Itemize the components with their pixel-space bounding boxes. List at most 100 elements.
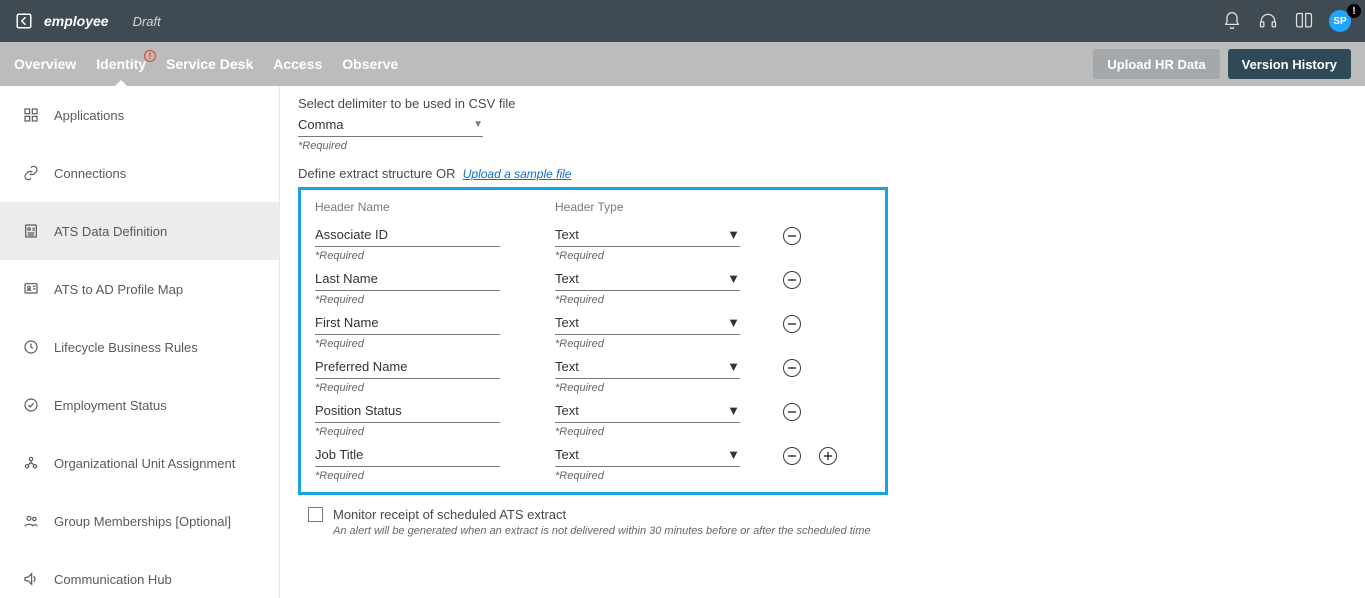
- chevron-down-icon: ▼: [727, 315, 740, 330]
- sidebar-item-ats-data-definition[interactable]: ATS Data Definition: [0, 202, 279, 260]
- sidebar-item-label: ATS Data Definition: [54, 224, 167, 239]
- status-label: Draft: [133, 14, 161, 29]
- extract-structure-box: Header Name Header Type Associate ID *Re…: [298, 187, 888, 495]
- add-row-button[interactable]: [819, 447, 837, 465]
- sidebar-item-label: Applications: [54, 108, 124, 123]
- sidebar-item-label: Organizational Unit Assignment: [54, 456, 235, 471]
- sidebar-item-communication-hub[interactable]: Communication Hub: [0, 550, 279, 598]
- delimiter-label: Select delimiter to be used in CSV file: [298, 96, 1347, 111]
- header-type-select[interactable]: Text▼: [555, 445, 740, 467]
- required-hint: *Required: [555, 382, 755, 394]
- header-name-input[interactable]: First Name: [315, 313, 500, 335]
- required-hint: *Required: [315, 426, 555, 438]
- extract-row: Associate ID *Required Text▼ *Required: [315, 218, 871, 262]
- lifecycle-icon: [22, 338, 40, 356]
- required-hint: *Required: [315, 470, 555, 482]
- chevron-down-icon: ▼: [727, 271, 740, 286]
- org-icon: [22, 454, 40, 472]
- delimiter-value: Comma: [298, 117, 344, 132]
- remove-row-button[interactable]: [783, 271, 801, 289]
- apps-icon: [22, 106, 40, 124]
- sidebar-item-label: ATS to AD Profile Map: [54, 282, 183, 297]
- monitor-hint: An alert will be generated when an extra…: [333, 525, 1347, 537]
- header-name-input[interactable]: Associate ID: [315, 225, 500, 247]
- headset-icon[interactable]: [1257, 10, 1279, 32]
- header-name-input[interactable]: Last Name: [315, 269, 500, 291]
- sidebar: Applications Connections ATS Data Defini…: [0, 86, 280, 598]
- chevron-down-icon: ▼: [727, 227, 740, 242]
- app-logo-icon: [14, 11, 34, 31]
- chevron-down-icon: ▼: [727, 447, 740, 462]
- col-header-name: Header Name: [315, 200, 555, 214]
- remove-row-button[interactable]: [783, 403, 801, 421]
- required-hint: *Required: [555, 294, 755, 306]
- tab-service-desk[interactable]: Service Desk: [166, 42, 253, 86]
- avatar[interactable]: SP !: [1329, 10, 1351, 32]
- remove-row-button[interactable]: [783, 315, 801, 333]
- data-def-icon: [22, 222, 40, 240]
- sidebar-item-ats-to-ad-profile-map[interactable]: ATS to AD Profile Map: [0, 260, 279, 318]
- col-header-type: Header Type: [555, 200, 755, 214]
- header-type-select[interactable]: Text▼: [555, 357, 740, 379]
- upload-hr-data-button[interactable]: Upload HR Data: [1093, 49, 1219, 79]
- chevron-down-icon: ▼: [727, 359, 740, 374]
- required-hint: *Required: [555, 250, 755, 262]
- profile-map-icon: [22, 280, 40, 298]
- remove-row-button[interactable]: [783, 359, 801, 377]
- tabs: Overview Identity! Service Desk Access O…: [14, 42, 398, 86]
- sidebar-item-employment-status[interactable]: Employment Status: [0, 376, 279, 434]
- version-history-button[interactable]: Version History: [1228, 49, 1351, 79]
- required-hint: *Required: [298, 140, 1347, 152]
- required-hint: *Required: [315, 250, 555, 262]
- groups-icon: [22, 512, 40, 530]
- sidebar-item-applications[interactable]: Applications: [0, 86, 279, 144]
- header-type-select[interactable]: Text▼: [555, 401, 740, 423]
- avatar-badge-icon: !: [1347, 4, 1361, 18]
- upload-sample-link[interactable]: Upload a sample file: [463, 167, 572, 181]
- sidebar-item-org-unit-assignment[interactable]: Organizational Unit Assignment: [0, 434, 279, 492]
- avatar-initials: SP: [1333, 16, 1346, 27]
- sidebar-item-label: Employment Status: [54, 398, 167, 413]
- extract-row: First Name *Required Text▼ *Required: [315, 306, 871, 350]
- header-type-select[interactable]: Text▼: [555, 313, 740, 335]
- extract-row: Last Name *Required Text▼ *Required: [315, 262, 871, 306]
- main-content: Select delimiter to be used in CSV file …: [280, 86, 1365, 598]
- required-hint: *Required: [555, 338, 755, 350]
- sidebar-item-label: Group Memberships [Optional]: [54, 514, 231, 529]
- delimiter-select[interactable]: Comma ▼: [298, 113, 483, 137]
- remove-row-button[interactable]: [783, 227, 801, 245]
- required-hint: *Required: [555, 426, 755, 438]
- sidebar-item-label: Communication Hub: [54, 572, 172, 587]
- tab-overview[interactable]: Overview: [14, 42, 76, 86]
- monitor-label-text: Monitor receipt of scheduled ATS extract: [333, 507, 566, 522]
- top-bar: employee Draft SP !: [0, 0, 1365, 42]
- sidebar-item-group-memberships[interactable]: Group Memberships [Optional]: [0, 492, 279, 550]
- tab-access[interactable]: Access: [273, 42, 322, 86]
- header-name-input[interactable]: Job Title: [315, 445, 500, 467]
- book-icon[interactable]: [1293, 10, 1315, 32]
- app-title: employee: [44, 13, 109, 29]
- tab-observe[interactable]: Observe: [342, 42, 398, 86]
- chevron-down-icon: ▼: [473, 119, 483, 130]
- required-hint: *Required: [315, 338, 555, 350]
- extract-row: Position Status *Required Text▼ *Require…: [315, 394, 871, 438]
- warning-icon: !: [144, 50, 156, 62]
- sidebar-item-connections[interactable]: Connections: [0, 144, 279, 202]
- required-hint: *Required: [555, 470, 755, 482]
- secondary-bar: Overview Identity! Service Desk Access O…: [0, 42, 1365, 86]
- required-hint: *Required: [315, 294, 555, 306]
- sidebar-item-label: Lifecycle Business Rules: [54, 340, 198, 355]
- header-name-input[interactable]: Position Status: [315, 401, 500, 423]
- link-icon: [22, 164, 40, 182]
- tab-identity[interactable]: Identity!: [96, 42, 146, 86]
- header-name-input[interactable]: Preferred Name: [315, 357, 500, 379]
- extract-row: Preferred Name *Required Text▼ *Required: [315, 350, 871, 394]
- monitor-checkbox-label[interactable]: Monitor receipt of scheduled ATS extract: [308, 507, 1347, 522]
- comm-icon: [22, 570, 40, 588]
- monitor-checkbox[interactable]: [308, 507, 323, 522]
- remove-row-button[interactable]: [783, 447, 801, 465]
- sidebar-item-lifecycle-business-rules[interactable]: Lifecycle Business Rules: [0, 318, 279, 376]
- header-type-select[interactable]: Text▼: [555, 269, 740, 291]
- bell-icon[interactable]: [1221, 10, 1243, 32]
- header-type-select[interactable]: Text▼: [555, 225, 740, 247]
